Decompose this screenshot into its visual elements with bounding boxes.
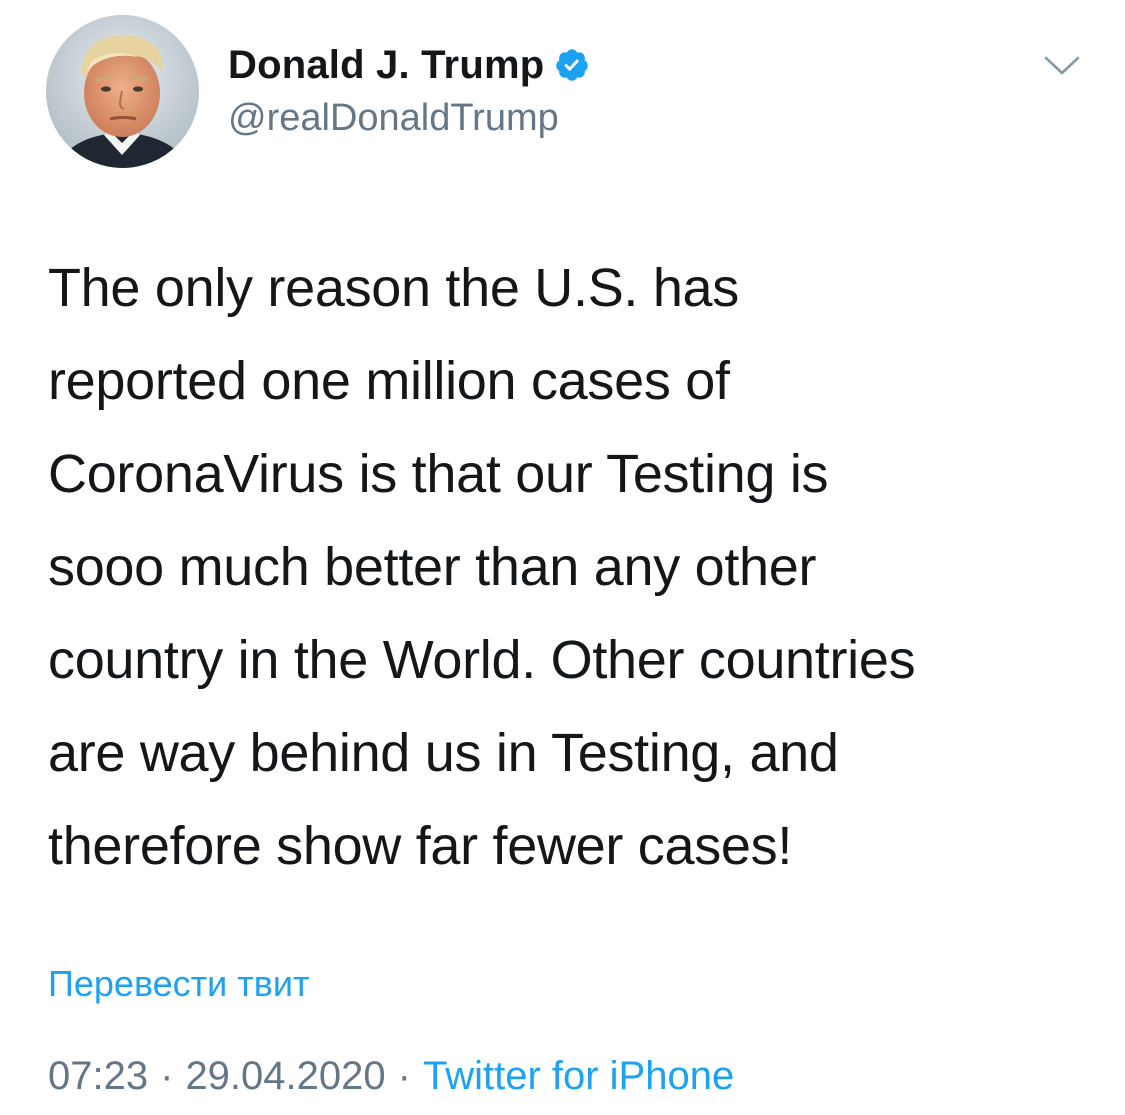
- name-row: Donald J. Trump: [228, 40, 590, 90]
- tweet-text: The only reason the U.S. has reported on…: [48, 258, 916, 876]
- tweet-source-link[interactable]: Twitter for iPhone: [423, 1050, 734, 1102]
- tweet-meta: 07:23 · 29.04.2020 · Twitter for iPhone: [48, 1050, 734, 1102]
- meta-separator: ·: [397, 1054, 411, 1098]
- profile-photo: [46, 15, 199, 168]
- author-block[interactable]: Donald J. Trump @realDonaldTrump: [228, 40, 590, 142]
- meta-separator: ·: [160, 1054, 174, 1098]
- translate-tweet-link[interactable]: Перевести твит: [48, 962, 310, 1006]
- chevron-down-icon[interactable]: [1042, 52, 1082, 80]
- tweet-time: 07:23: [48, 1054, 149, 1098]
- tweet-date: 29.04.2020: [185, 1054, 386, 1098]
- display-name[interactable]: Donald J. Trump: [228, 40, 544, 90]
- verified-badge-icon: [554, 47, 590, 83]
- avatar[interactable]: [46, 15, 199, 168]
- user-handle[interactable]: @realDonaldTrump: [228, 94, 590, 142]
